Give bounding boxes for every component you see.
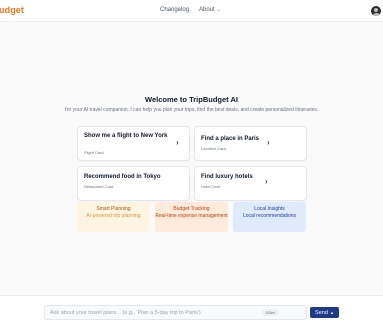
nav-about[interactable]: About ⌄ xyxy=(199,7,220,13)
nav-about-label: About xyxy=(199,7,215,13)
card-subtitle: Hotel Card xyxy=(201,184,221,189)
feature-desc: Local recommendations xyxy=(242,212,297,219)
chevron-right-icon: › xyxy=(267,138,270,147)
card-title: Find luxury hotels xyxy=(201,174,253,180)
send-button[interactable]: Send ▲ xyxy=(310,307,339,318)
feature-desc: AI-powered trip planning xyxy=(86,212,141,219)
suggestion-card-place[interactable]: Find a place in Paris Location Card › xyxy=(194,126,307,161)
feature-local-insights: Local Insights Local recommendations xyxy=(233,202,306,232)
card-subtitle: Flight Card xyxy=(84,150,104,155)
page-subtitle: I'm your AI travel companion. I can help… xyxy=(64,107,319,113)
arrow-up-icon: ▲ xyxy=(328,309,334,315)
card-title: Show me a flight to New York xyxy=(84,133,168,139)
user-avatar-icon[interactable] xyxy=(371,6,381,16)
send-label: Send xyxy=(315,309,328,316)
page-title: Welcome to TripBudget AI xyxy=(145,95,238,104)
feature-smart-planning: Smart Planning AI-powered trip planning xyxy=(77,202,150,232)
composer-bar: 0/3ex Send ▲ xyxy=(0,295,383,328)
suggestion-card-hotels[interactable]: Find luxury hotels Hotel Card › xyxy=(194,166,307,201)
feature-budget-tracking: Budget Tracking Real-time expense manage… xyxy=(155,202,228,232)
nav-changelog[interactable]: Changelog xyxy=(160,7,189,13)
suggestion-card-flight[interactable]: Show me a flight to New York Flight Card… xyxy=(77,126,190,161)
suggestion-card-food[interactable]: Recommend food in Tokyo Restaurant Card … xyxy=(77,166,199,201)
top-nav: Changelog About ⌄ xyxy=(160,7,221,13)
chevron-right-icon: › xyxy=(265,177,268,186)
card-title: Recommend food in Tokyo xyxy=(84,174,161,180)
card-subtitle: Location Card xyxy=(201,146,226,151)
chevron-right-icon: › xyxy=(176,138,179,147)
character-counter: 0/3ex xyxy=(262,309,279,316)
brand-logo[interactable]: udget xyxy=(0,5,24,15)
card-subtitle: Restaurant Card xyxy=(84,184,114,189)
chevron-down-icon: ⌄ xyxy=(216,7,221,12)
feature-desc: Real-time expense management xyxy=(155,212,228,219)
top-header: udget Changelog About ⌄ xyxy=(0,0,383,22)
